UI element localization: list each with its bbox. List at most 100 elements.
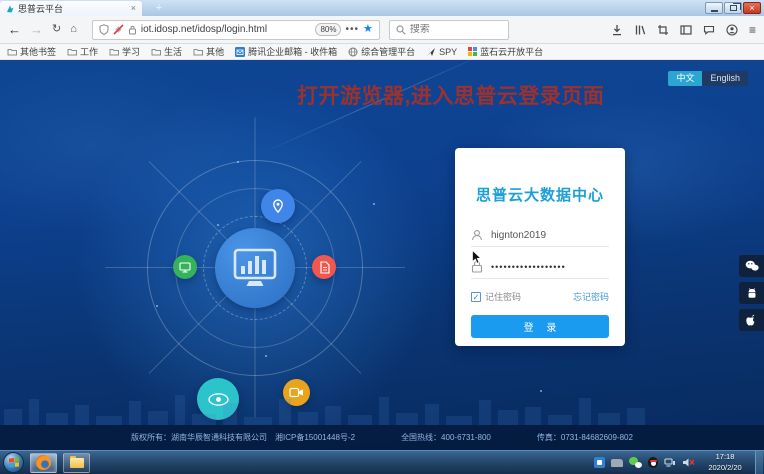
remember-label: 记住密码 <box>485 290 521 303</box>
apple-button[interactable] <box>739 309 764 331</box>
document-bubble <box>312 255 336 279</box>
back-button[interactable]: ← <box>8 23 21 36</box>
folder-icon <box>7 47 17 56</box>
zoom-level-badge[interactable]: 80% <box>315 23 341 36</box>
login-title: 思普云大数据中心 <box>471 148 609 205</box>
show-desktop-button[interactable] <box>755 451 763 474</box>
bookmarks-bar: 其他书签 工作 学习 生活 其他 腾讯企业邮箱 - 收件箱 综合管理平台 SPY… <box>0 44 764 60</box>
password-input[interactable] <box>491 262 599 272</box>
address-bar[interactable]: iot.idosp.net/idosp/login.html 80% ••• ★ <box>92 20 380 40</box>
reload-button[interactable]: ↻ <box>52 24 61 35</box>
color-grid-icon <box>468 47 477 56</box>
home-button[interactable]: ⌂ <box>70 24 77 35</box>
taskbar-clock[interactable]: 17:18 2020/2/20 <box>701 452 749 472</box>
dart-icon <box>426 47 436 57</box>
browser-toolbar: ← → ↻ ⌂ iot.idosp.net/idosp/login.html 8… <box>0 16 764 44</box>
tray-wechat-icon[interactable] <box>629 457 642 468</box>
site-info-lock-icon[interactable] <box>128 25 137 35</box>
folder-icon <box>193 47 203 56</box>
login-button[interactable]: 登 录 <box>471 315 609 338</box>
lang-chinese-button[interactable]: 中文 <box>668 71 702 86</box>
windows-logo-icon <box>9 457 19 467</box>
messages-bubble-icon[interactable] <box>703 24 715 36</box>
account-icon[interactable] <box>726 24 738 36</box>
bookmark-folder-study[interactable]: 学习 <box>109 45 140 58</box>
url-text[interactable]: iot.idosp.net/idosp/login.html <box>141 24 267 35</box>
lang-english-button[interactable]: English <box>702 71 748 86</box>
tray-notification-icon[interactable] <box>594 457 605 468</box>
page-footer: 版权所有：湖南华辰智通科技有限公司 湘ICP备15001448号-2 全国热线：… <box>0 425 764 450</box>
toolbar-icons: ≡ <box>611 24 756 36</box>
shield-icon[interactable] <box>99 24 109 35</box>
bookmark-mgmt-platform[interactable]: 综合管理平台 <box>348 45 415 58</box>
wechat-icon <box>745 260 759 272</box>
bookmark-folder-misc[interactable]: 其他 <box>193 45 224 58</box>
firefox-icon <box>36 455 51 470</box>
copyright-text: 版权所有：湖南华辰智通科技有限公司 湘ICP备15001448号-2 <box>131 432 355 443</box>
monitor-chart-icon <box>233 248 277 288</box>
restore-icon <box>730 5 737 11</box>
taskbar-explorer-button[interactable] <box>63 453 90 473</box>
blocked-content-icon[interactable] <box>113 24 124 35</box>
bookmark-lanshi-cloud[interactable]: 蓝石云开放平台 <box>468 45 543 58</box>
username-input[interactable] <box>491 230 599 241</box>
screenshot-crop-icon[interactable] <box>657 24 669 36</box>
sidebar-icon[interactable] <box>680 24 692 36</box>
wechat-button[interactable] <box>739 255 764 277</box>
tab-close-icon[interactable]: × <box>131 4 136 13</box>
search-input[interactable] <box>410 24 490 35</box>
annotation-text: 打开游览器,进入思普云登录页面 <box>297 80 604 110</box>
bookmark-tencent-mail[interactable]: 腾讯企业邮箱 - 收件箱 <box>235 45 337 58</box>
tray-qq-icon[interactable] <box>648 457 658 468</box>
menu-hamburger-icon[interactable]: ≡ <box>749 24 756 36</box>
restore-button[interactable] <box>724 2 742 14</box>
forward-button[interactable]: → <box>30 23 43 36</box>
clock-time: 17:18 <box>701 452 749 462</box>
close-button[interactable]: × <box>743 2 761 14</box>
fax-text: 传真：0731-84682609-802 <box>537 432 633 443</box>
remember-checkbox[interactable]: ✓ <box>471 292 481 302</box>
library-icon[interactable] <box>634 24 646 36</box>
start-button[interactable] <box>3 452 24 473</box>
new-tab-button[interactable]: + <box>148 1 170 16</box>
feature-radar-graphic <box>140 153 370 383</box>
downloads-icon[interactable] <box>611 24 623 36</box>
mail-icon <box>235 47 245 57</box>
taskbar-firefox-button[interactable] <box>30 453 57 473</box>
explorer-folder-icon <box>70 458 84 468</box>
bookmark-star-icon[interactable]: ★ <box>363 24 373 35</box>
android-icon <box>746 287 758 299</box>
language-switcher: 中文 English <box>668 71 748 86</box>
system-tray: 17:18 2020/2/20 <box>594 451 764 474</box>
apple-icon <box>746 314 758 327</box>
remember-me[interactable]: ✓ 记住密码 <box>471 290 521 303</box>
map-bubble <box>261 189 295 223</box>
map-pin-icon <box>270 198 286 215</box>
clock-date: 2020/2/20 <box>701 463 749 473</box>
tray-network-icon[interactable] <box>664 457 676 468</box>
search-bar[interactable] <box>389 20 509 40</box>
options-row: ✓ 记住密码 忘记密码 <box>471 290 609 303</box>
folder-icon <box>109 47 119 56</box>
forgot-password-link[interactable]: 忘记密码 <box>573 290 609 303</box>
bookmark-spy[interactable]: SPY <box>426 47 457 57</box>
active-tab[interactable]: 思普云平台 × <box>0 1 142 16</box>
tray-volume-muted-icon[interactable] <box>682 457 695 468</box>
hotline-text: 全国热线：400-6731-800 <box>401 432 491 443</box>
city-skyline-decoration <box>0 391 764 425</box>
android-button[interactable] <box>739 282 764 304</box>
terminal-bubble <box>173 255 197 279</box>
page-actions-icon[interactable]: ••• <box>345 25 359 35</box>
bookmark-folder-work[interactable]: 工作 <box>67 45 98 58</box>
bookmark-folder-other[interactable]: 其他书签 <box>7 45 56 58</box>
browser-tab-bar: 思普云平台 × + × <box>0 0 764 16</box>
minimize-button[interactable] <box>705 2 723 14</box>
windows-taskbar: 17:18 2020/2/20 <box>0 450 764 474</box>
side-float-buttons <box>739 255 764 331</box>
tray-driver-icon[interactable] <box>611 459 623 467</box>
login-page: 打开游览器,进入思普云登录页面 中文 English <box>0 60 764 450</box>
folder-icon <box>151 47 161 56</box>
globe-icon <box>348 47 358 57</box>
bookmark-folder-life[interactable]: 生活 <box>151 45 182 58</box>
tab-title: 思普云平台 <box>18 2 127 15</box>
